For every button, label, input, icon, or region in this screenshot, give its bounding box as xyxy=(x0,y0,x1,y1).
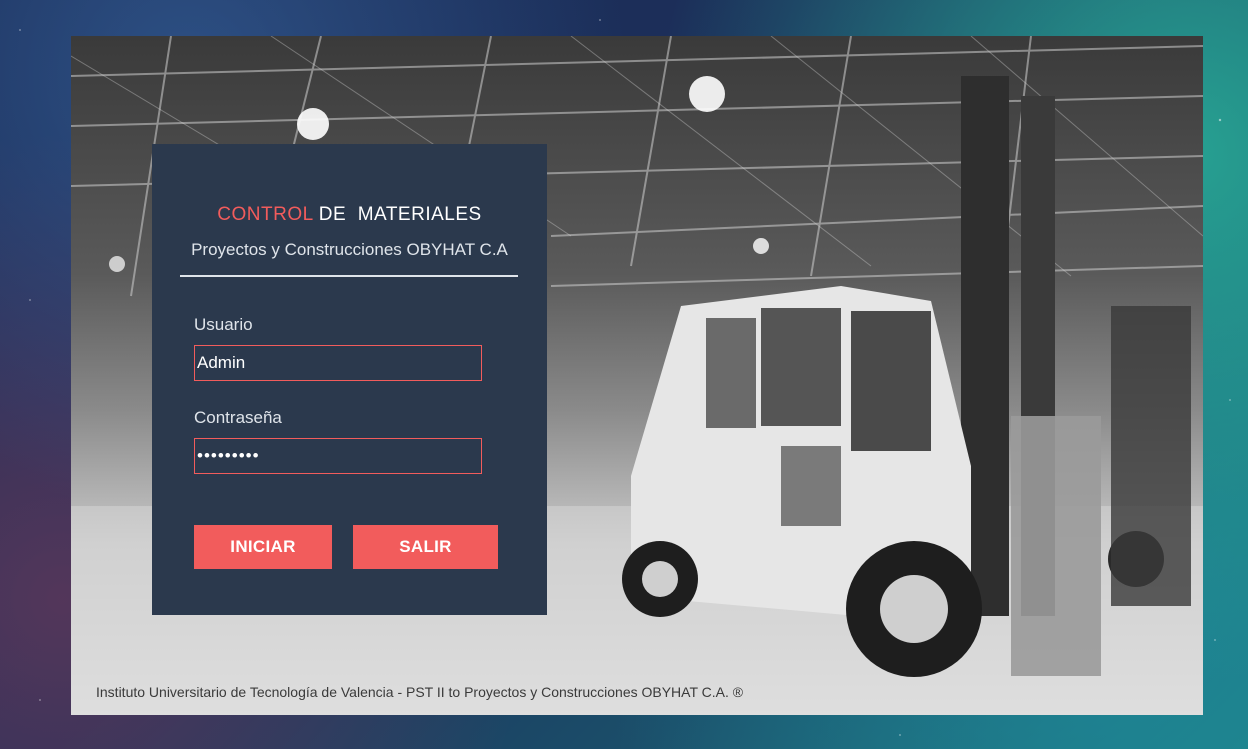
username-label: Usuario xyxy=(194,315,253,334)
app-title-accent: CONTROL xyxy=(217,204,313,225)
login-button[interactable]: INICIAR xyxy=(194,525,332,569)
password-label: Contraseña xyxy=(194,408,282,427)
app-title: CONTROL DE MATERIALES xyxy=(152,204,547,226)
company-name: Proyectos y Construcciones OBYHAT C.A xyxy=(191,240,508,259)
exit-button[interactable]: SALIR xyxy=(353,525,498,569)
footer-credits: Instituto Universitario de Tecnología de… xyxy=(96,684,744,700)
login-panel: CONTROL DE MATERIALES Proyectos y Constr… xyxy=(152,144,547,615)
app-title-rest: DE MATERIALES xyxy=(313,204,482,225)
password-input[interactable] xyxy=(194,438,482,474)
title-divider xyxy=(180,275,518,277)
username-input[interactable] xyxy=(194,345,482,381)
